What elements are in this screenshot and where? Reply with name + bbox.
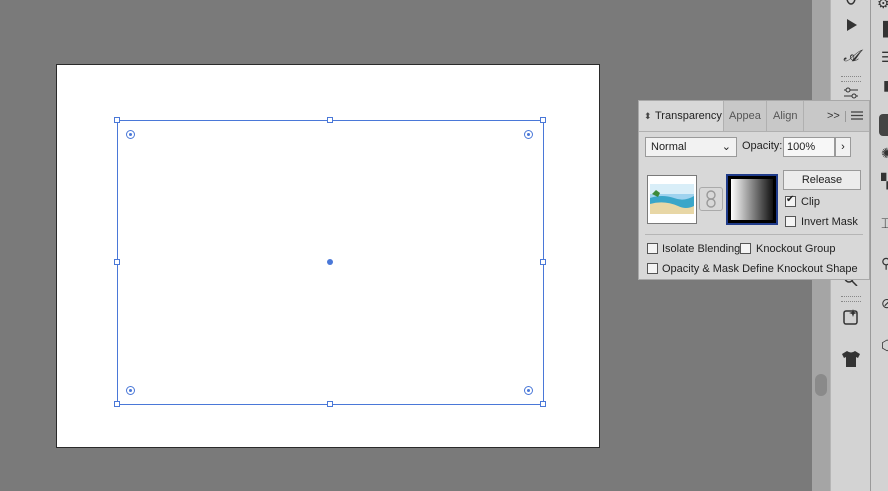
chain-link-icon [706,190,716,208]
transparency-panel: ⬍ Transparency Appea Align >> Normal ⌄ O… [638,100,870,280]
handle-bottom-center[interactable] [327,401,333,407]
handle-middle-right[interactable] [540,259,546,265]
tool-icon-2[interactable]: ▛ [883,20,888,38]
clip-checkbox[interactable] [785,194,796,207]
chevron-right-icon: › [841,141,845,153]
opacity-input[interactable]: 100% [783,137,835,157]
corner-radius-widget-bottom-right[interactable] [524,386,533,395]
knockout-group-label: Knockout Group [756,243,836,255]
handle-top-right[interactable] [540,117,546,123]
tab-align[interactable]: Align [773,101,797,131]
tab-overflow-button[interactable]: >> [827,101,840,131]
tool-icon-7[interactable]: ▚ [881,172,888,190]
blend-mode-select[interactable]: Normal ⌄ [645,137,737,157]
grip-icon [841,76,861,82]
blend-mode-value: Normal [651,141,687,153]
release-button[interactable]: Release [783,170,861,190]
type-style-icon[interactable]: 𝓐 [831,46,871,66]
opacity-slider-toggle[interactable]: › [835,137,851,157]
handle-bottom-left[interactable] [114,401,120,407]
link-mask-button[interactable] [699,187,723,211]
scrollbar-thumb[interactable] [815,374,827,396]
collapse-toggle-icon[interactable]: ⬍ [644,101,652,131]
corner-radius-widget-top-left[interactable] [126,130,135,139]
tab-divider [766,101,767,131]
tool-icon-1[interactable]: ⚙ [877,0,888,12]
artwork-thumbnail[interactable] [647,175,697,224]
tab-transparency[interactable]: ⬍ Transparency [639,101,724,131]
isolate-blending-checkbox[interactable] [647,243,658,254]
clip-label: Clip [801,196,820,208]
opacity-mask-thumbnail[interactable] [726,174,778,225]
tab-divider-2 [803,101,804,131]
tool-icon-10[interactable]: ⊘ [881,294,888,312]
invert-mask-label: Invert Mask [801,216,858,228]
tool-icon-8[interactable]: ⌶ [881,214,888,232]
tools-panel-secondary: ⚙ ▛ ☰ ▮ ✺ ▚ ⌶ ⚲ ⊘ ⬡ [870,0,888,491]
corner-radius-widget-bottom-left[interactable] [126,386,135,395]
opacity-mask-knockout-label: Opacity & Mask Define Knockout Shape [662,263,858,275]
generative-icon[interactable] [831,308,871,332]
tab-appearance[interactable]: Appea [729,101,769,131]
mask-gradient [731,179,773,220]
touch-type-icon[interactable] [831,0,871,14]
opacity-mask-knockout-checkbox[interactable] [647,263,658,274]
hamburger-menu-icon[interactable] [851,110,863,124]
grip-icon-2 [841,296,861,302]
tool-icon-6[interactable]: ✺ [881,144,888,162]
handle-top-left[interactable] [114,117,120,123]
handle-top-center[interactable] [327,117,333,123]
tool-icon-4[interactable]: ▮ [883,76,888,94]
tool-icon-3[interactable]: ☰ [881,48,888,66]
tab-divider-3 [845,111,846,122]
opacity-label: Opacity: [742,140,783,152]
chevron-down-icon: ⌄ [721,141,731,153]
knockout-group-checkbox[interactable] [740,243,751,254]
play-icon[interactable] [831,18,871,38]
center-point [327,259,333,265]
tool-icon-11[interactable]: ⬡ [881,336,888,354]
corner-radius-widget-top-right[interactable] [524,130,533,139]
isolate-blending-label: Isolate Blending [662,243,741,255]
panel-tab-bar: ⬍ Transparency Appea Align >> [639,101,869,132]
tool-icon-9[interactable]: ⚲ [881,254,888,272]
handle-bottom-right[interactable] [540,401,546,407]
invert-mask-checkbox[interactable] [785,216,796,227]
panel-divider [645,234,863,235]
handle-middle-left[interactable] [114,259,120,265]
tshirt-mockup-icon[interactable] [831,350,871,374]
tool-icon-5[interactable] [879,114,888,136]
